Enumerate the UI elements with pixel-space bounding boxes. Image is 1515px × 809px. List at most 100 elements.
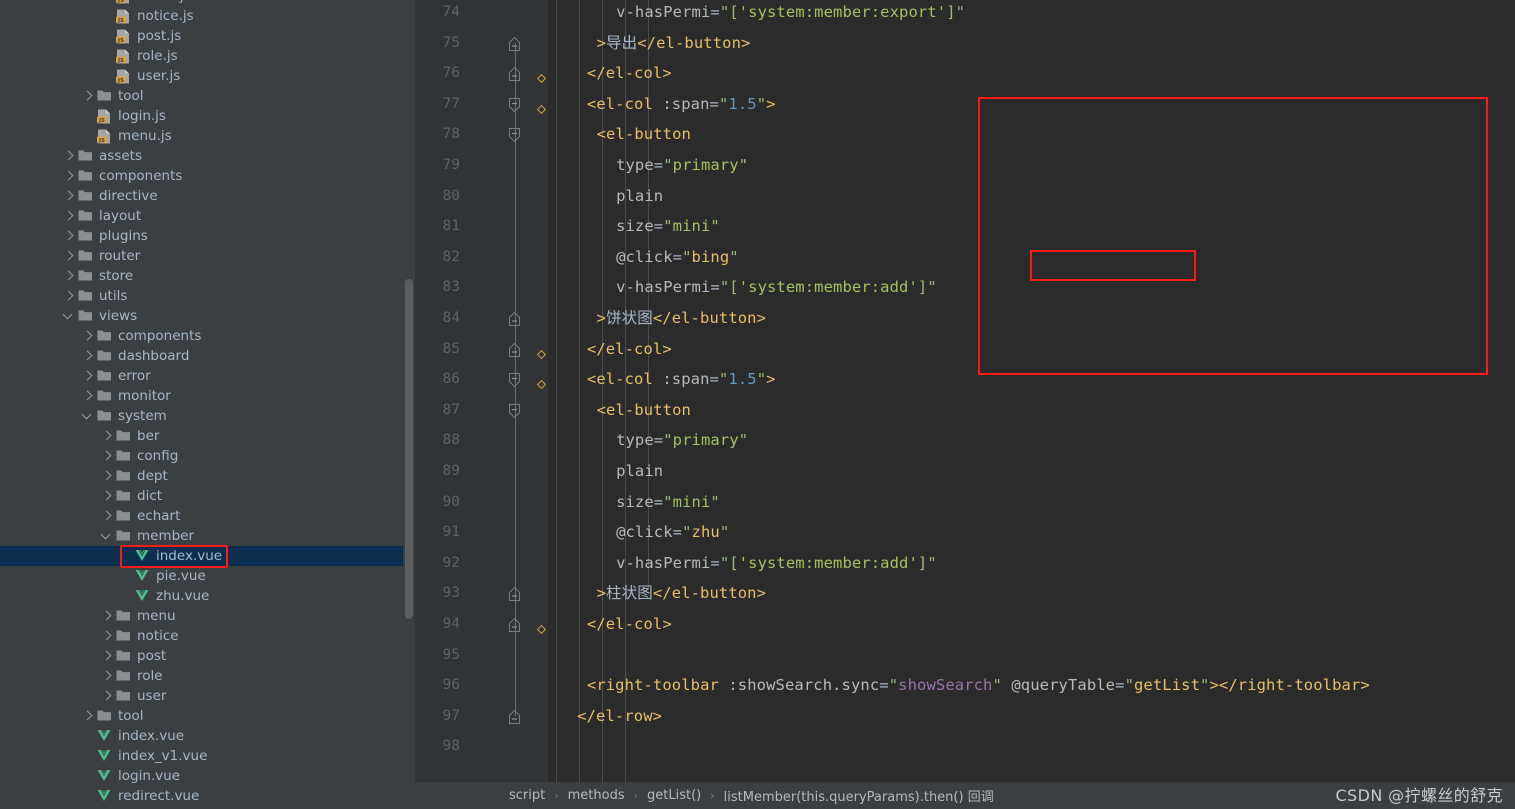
chevron-right-icon[interactable] [99,486,115,506]
tree-item-zhu-vue[interactable]: zhu.vue [0,586,415,606]
tree-item-role-js[interactable]: JS role.js [0,46,415,66]
tree-item-assets[interactable]: assets [0,146,415,166]
project-tree-scrollbar-thumb[interactable] [405,279,413,619]
tree-item-member[interactable]: member [0,526,415,546]
tree-item-index-v1-vue[interactable]: index_v1.vue [0,746,415,766]
tree-item-error[interactable]: error [0,366,415,386]
collapsed-region-marker-icon[interactable] [536,374,547,390]
tree-item-monitor[interactable]: monitor [0,386,415,406]
code-line[interactable]: >饼状图</el-button> [597,308,766,328]
tree-item-user[interactable]: user [0,686,415,706]
tree-item-notice[interactable]: notice [0,626,415,646]
tree-item-layout[interactable]: layout [0,206,415,226]
chevron-right-icon[interactable] [80,346,96,366]
chevron-right-icon[interactable] [99,446,115,466]
code-line[interactable]: plain [616,461,663,481]
chevron-right-icon[interactable] [80,326,96,346]
chevron-right-icon[interactable] [99,506,115,526]
code-line[interactable]: v-hasPermi="['system:member:add']" [616,553,937,573]
chevron-right-icon[interactable] [61,166,77,186]
tree-item-menu-js[interactable]: JS menu.js [0,126,415,146]
tree-item-dept[interactable]: dept [0,466,415,486]
code-line[interactable]: <el-col :span="1.5"> [587,94,776,114]
chevron-right-icon[interactable] [80,706,96,726]
code-line[interactable]: <el-col :span="1.5"> [587,369,776,389]
chevron-right-icon[interactable] [61,226,77,246]
project-tree-panel[interactable]: JSmenu.jsJSnotice.jsJSpost.jsJSrole.jsJS… [0,0,415,809]
tree-item-utils[interactable]: utils [0,286,415,306]
tree-item-menu[interactable]: menu [0,606,415,626]
tree-item-index-vue[interactable]: index.vue [0,726,415,746]
tree-item-directive[interactable]: directive [0,186,415,206]
tree-item-router[interactable]: router [0,246,415,266]
chevron-right-icon[interactable] [99,466,115,486]
code-line[interactable]: size="mini" [616,216,720,236]
tree-item-post[interactable]: post [0,646,415,666]
code-line[interactable]: </el-col> [587,614,672,634]
breadcrumb[interactable]: script › methods › getList() › listMember(this… [509,786,994,805]
tree-item-tool[interactable]: tool [0,86,415,106]
chevron-right-icon[interactable] [61,186,77,206]
chevron-right-icon[interactable] [61,246,77,266]
chevron-down-icon[interactable] [99,526,115,546]
tree-item-plugins[interactable]: plugins [0,226,415,246]
chevron-down-icon[interactable] [61,306,77,326]
code-line[interactable]: </el-col> [587,63,672,83]
fold-end-marker[interactable] [507,709,523,741]
chevron-right-icon[interactable] [99,606,115,626]
chevron-right-icon[interactable] [80,366,96,386]
chevron-right-icon[interactable] [61,146,77,166]
fold-end-marker[interactable] [507,36,523,68]
fold-end-marker[interactable] [507,312,523,343]
tree-item-config[interactable]: config [0,446,415,466]
tree-item-system[interactable]: system [0,406,415,426]
tree-item-dashboard[interactable]: dashboard [0,346,415,366]
collapsed-region-marker-icon[interactable] [536,99,547,114]
code-line[interactable]: size="mini" [616,492,720,512]
tree-item-notice-js[interactable]: JS notice.js [0,6,415,26]
fold-start-marker[interactable] [507,97,523,129]
tree-item-components[interactable]: components [0,166,415,186]
editor-gutter[interactable]: 74 75 76 77 78 79 80 81 82 83 84 85 86 87 88 89 90 91 92 93… [415,0,548,809]
tree-item-login-vue[interactable]: login.vue [0,766,415,786]
collapsed-region-marker-icon[interactable] [536,68,547,84]
chevron-right-icon[interactable] [99,626,115,646]
tree-item-user-js[interactable]: JS user.js [0,66,415,86]
code-line[interactable]: v-hasPermi="['system:member:add']" [616,277,937,297]
fold-end-marker[interactable] [507,342,523,374]
tree-item-role[interactable]: role [0,666,415,686]
tree-item-views[interactable]: views [0,306,415,326]
tree-item-ber[interactable]: ber [0,426,415,446]
breadcrumb-item[interactable]: getList() [647,788,701,803]
tree-item-redirect-vue[interactable]: redirect.vue [0,786,415,806]
chevron-right-icon[interactable] [61,266,77,286]
chevron-right-icon[interactable] [61,206,77,226]
code-line[interactable]: @click="zhu" [616,522,729,542]
tree-item-tool[interactable]: tool [0,706,415,726]
chevron-down-icon[interactable] [80,406,96,426]
code-editor-pane[interactable]: 74 75 76 77 78 79 80 81 82 83 84 85 86 87 88 89 90 91 92 93… [415,0,1515,809]
chevron-right-icon[interactable] [61,286,77,306]
collapsed-region-marker-icon[interactable] [536,619,547,635]
code-line[interactable]: @click="bing" [616,247,739,267]
code-line[interactable]: </el-row> [577,706,662,726]
chevron-right-icon[interactable] [99,686,115,706]
code-line[interactable]: plain [616,186,663,206]
chevron-right-icon[interactable] [80,386,96,406]
tree-item-echart[interactable]: echart [0,506,415,526]
code-line[interactable]: type="primary" [616,155,748,175]
fold-start-marker[interactable] [507,128,523,159]
breadcrumb-item[interactable]: listMember(this.queryParams).then() 回调 [724,786,994,805]
fold-start-marker[interactable] [507,403,523,435]
breadcrumb-item[interactable]: methods [568,788,625,803]
tree-item-dict[interactable]: dict [0,486,415,506]
breadcrumb-item[interactable]: script [509,788,545,803]
tree-item-index-vue[interactable]: index.vue [0,546,415,566]
code-line[interactable]: <right-toolbar :showSearch.sync="showSea… [587,675,1370,695]
tree-item-pie-vue[interactable]: pie.vue [0,566,415,586]
collapsed-region-marker-icon[interactable] [536,344,547,359]
fold-start-marker[interactable] [507,373,523,404]
tree-item-login-js[interactable]: JS login.js [0,106,415,126]
chevron-right-icon[interactable] [99,666,115,686]
tree-item-post-js[interactable]: JS post.js [0,26,415,46]
